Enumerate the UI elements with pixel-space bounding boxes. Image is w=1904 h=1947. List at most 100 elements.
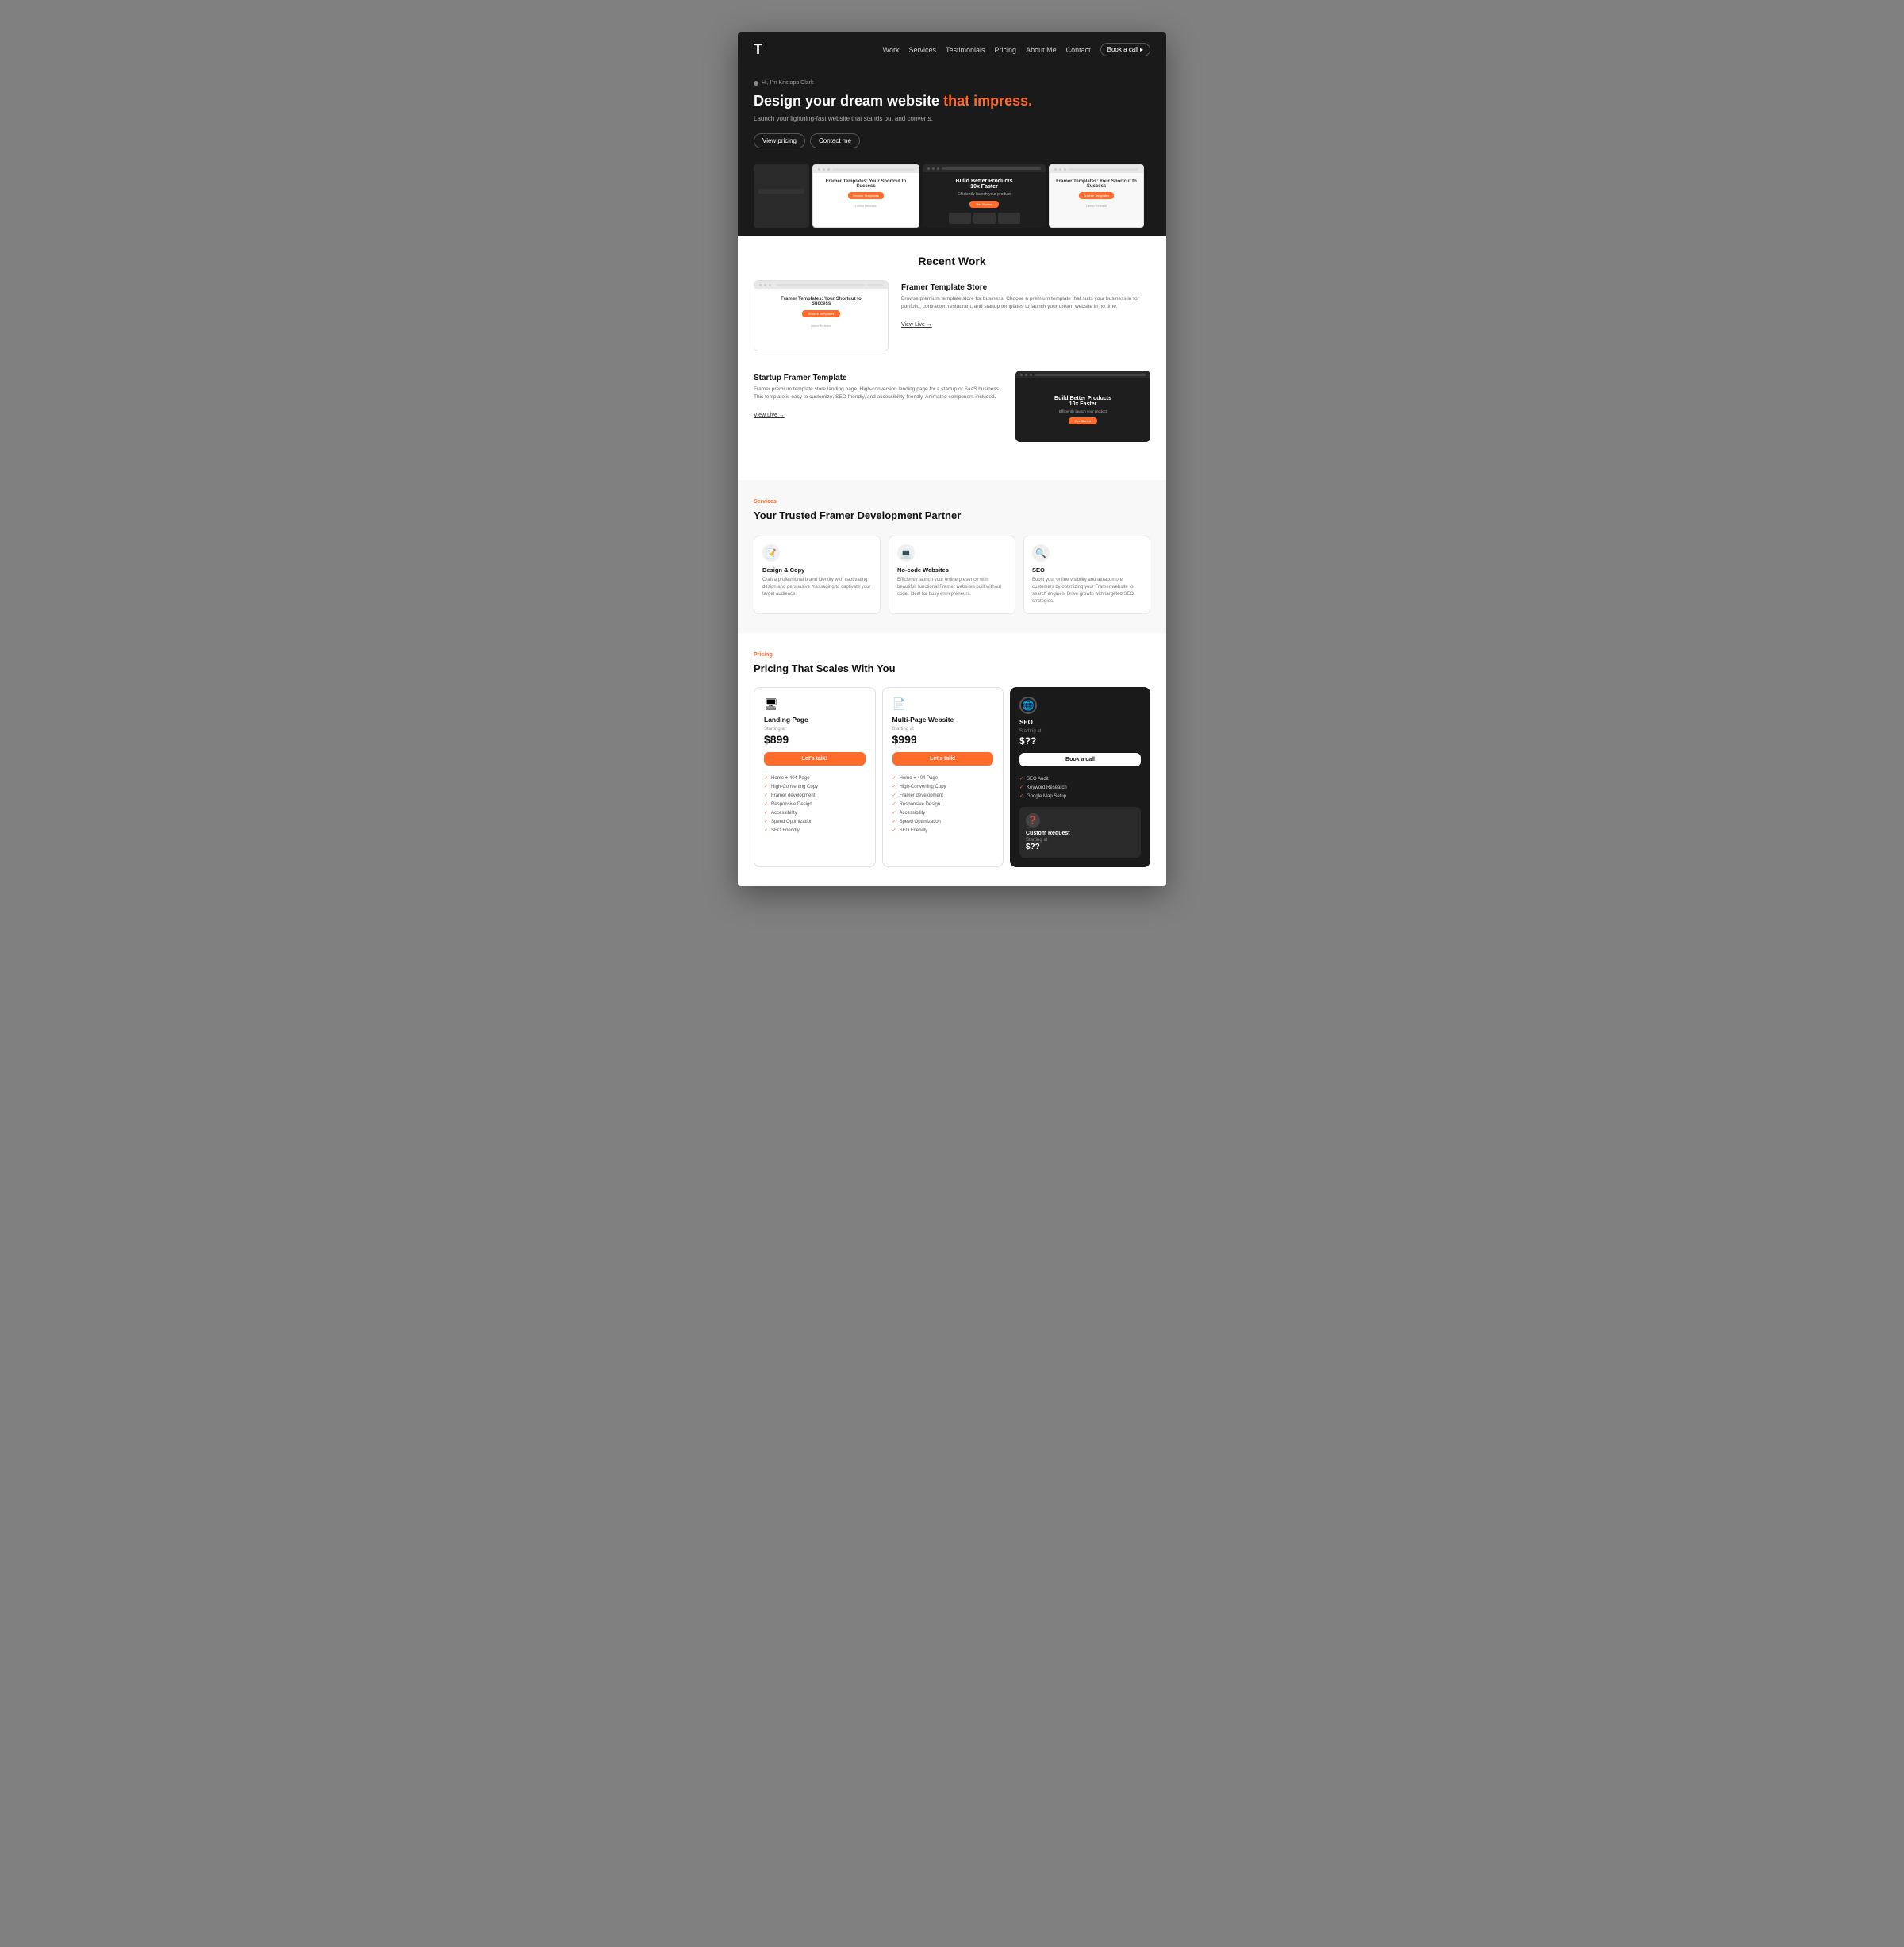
service-name-0: Design & Copy — [762, 566, 872, 574]
landing-feature-4: Accessibility — [764, 808, 866, 817]
hero-title-start: Design your dream website — [754, 93, 943, 109]
service-card-1: 💻 No-code Websites Efficiently launch yo… — [889, 536, 1015, 614]
landing-price: $899 — [764, 733, 866, 746]
seo-icon: 🔍 — [1032, 544, 1050, 562]
custom-price: $?? — [1026, 843, 1134, 851]
multipage-feature-1: High-Converting Copy — [892, 782, 994, 791]
nav: T Work Services Testimonials Pricing Abo… — [754, 41, 1150, 67]
custom-request-icon: ❓ — [1026, 813, 1040, 828]
landing-starting: Starting at — [764, 727, 866, 732]
multipage-features: Home + 404 Page High-Converting Copy Fra… — [892, 774, 994, 835]
service-name-1: No-code Websites — [897, 566, 1007, 574]
work-info-1: Framer Template Store Browse premium tem… — [901, 280, 1150, 330]
services-section: Services Your Trusted Framer Development… — [738, 480, 1166, 633]
seo-feature-1: Keyword Research — [1019, 783, 1141, 792]
multipage-cta-button[interactable]: Let's talk! — [892, 752, 994, 766]
design-copy-icon: 📝 — [762, 544, 780, 562]
work-screenshot-2: Build Better Products10x Faster Efficien… — [1015, 371, 1150, 442]
seo-feature-0: SEO Audit — [1019, 774, 1141, 783]
nav-link-contact[interactable]: Contact — [1066, 46, 1091, 54]
hero-buttons: View pricing Contact me — [754, 133, 1150, 148]
hero-section: T Work Services Testimonials Pricing Abo… — [738, 32, 1166, 236]
custom-name: Custom Request — [1026, 831, 1134, 836]
pricing-card-landing: 🖥 Landing Page Starting at $899 Let's ta… — [754, 687, 876, 867]
multipage-feature-5: Speed Optimization — [892, 817, 994, 826]
pricing-section: Pricing Pricing That Scales With You 🖥 L… — [738, 633, 1166, 886]
landing-feature-3: Responsive Design — [764, 800, 866, 808]
multipage-feature-6: SEO Friendly — [892, 826, 994, 835]
hero-title-highlight: that impress. — [943, 93, 1032, 109]
nav-link-about[interactable]: About Me — [1026, 46, 1057, 54]
work-item-1: Framer Templates: Your Shortcut toSucces… — [754, 280, 1150, 351]
multipage-feature-2: Framer development — [892, 791, 994, 800]
pricing-title: Pricing That Scales With You — [754, 662, 1150, 674]
multipage-feature-3: Responsive Design — [892, 800, 994, 808]
custom-request-card: ❓ Custom Request Starting at $?? — [1019, 807, 1141, 858]
book-call-button[interactable]: Book a call ▸ — [1100, 43, 1150, 56]
page-wrapper: T Work Services Testimonials Pricing Abo… — [738, 32, 1166, 886]
service-desc-2: Boost your online visibility and attract… — [1032, 577, 1142, 605]
nav-links: Work Services Testimonials Pricing About… — [883, 43, 1150, 56]
seo-globe-icon: 🌐 — [1019, 697, 1037, 714]
screenshot-light-2: Framer Templates: Your Shortcut to Succe… — [1049, 164, 1144, 228]
work-desc-2: Framer premium template store landing pa… — [754, 386, 1003, 401]
screenshot-dark-2: Build Better Products10x Faster Efficien… — [923, 164, 1046, 228]
screenshot-dark-1 — [754, 164, 809, 228]
landing-features: Home + 404 Page High-Converting Copy Fra… — [764, 774, 866, 835]
hero-badge-text: Hi, I'm Kristopp Clark — [762, 80, 814, 86]
service-desc-1: Efficiently launch your online presence … — [897, 577, 1007, 598]
main-content: Recent Work Framer Templates: Your Short… — [738, 236, 1166, 886]
view-pricing-button[interactable]: View pricing — [754, 133, 805, 148]
landing-page-icon: 🖥 — [764, 697, 866, 711]
hero-content: Hi, I'm Kristopp Clark Design your dream… — [754, 67, 1150, 164]
nav-link-pricing[interactable]: Pricing — [995, 46, 1017, 54]
landing-cta-button[interactable]: Let's talk! — [764, 752, 866, 766]
service-name-2: SEO — [1032, 566, 1142, 574]
hero-badge: Hi, I'm Kristopp Clark — [754, 80, 1150, 86]
landing-feature-6: SEO Friendly — [764, 826, 866, 835]
service-desc-0: Craft a professional brand identity with… — [762, 577, 872, 598]
service-card-0: 📝 Design & Copy Craft a professional bra… — [754, 536, 881, 614]
multipage-feature-0: Home + 404 Page — [892, 774, 994, 782]
hero-title: Design your dream website that impress. — [754, 92, 1150, 110]
work-link-2[interactable]: View Live → — [754, 413, 785, 418]
work-item-2: Build Better Products10x Faster Efficien… — [754, 371, 1150, 442]
nav-logo: T — [754, 41, 762, 58]
nav-link-work[interactable]: Work — [883, 46, 900, 54]
pricing-card-multipage: 📄 Multi-Page Website Starting at $999 Le… — [882, 687, 1004, 867]
seo-starting: Starting at — [1019, 729, 1141, 734]
seo-feature-2: Google Map Setup — [1019, 792, 1141, 801]
nocode-icon: 💻 — [897, 544, 915, 562]
hero-screenshots: Framer Templates: Your Shortcut to Succe… — [754, 164, 1150, 236]
multipage-icon: 📄 — [892, 697, 994, 711]
multipage-starting: Starting at — [892, 727, 994, 732]
landing-feature-1: High-Converting Copy — [764, 782, 866, 791]
services-label: Services — [754, 499, 1150, 505]
seo-name: SEO — [1019, 719, 1141, 726]
service-card-2: 🔍 SEO Boost your online visibility and a… — [1023, 536, 1150, 614]
screenshot-light-1: Framer Templates: Your Shortcut to Succe… — [812, 164, 919, 228]
nav-link-testimonials[interactable]: Testimonials — [946, 46, 985, 54]
work-info-2: Startup Framer Template Framer premium t… — [754, 371, 1003, 421]
work-screenshot-1: Framer Templates: Your Shortcut toSucces… — [754, 280, 889, 351]
hero-badge-dot — [754, 81, 758, 86]
contact-me-button[interactable]: Contact me — [810, 133, 860, 148]
services-grid: 📝 Design & Copy Craft a professional bra… — [754, 536, 1150, 614]
recent-work-title: Recent Work — [754, 255, 1150, 267]
work-link-1[interactable]: View Live → — [901, 322, 932, 328]
services-title: Your Trusted Framer Development Partner — [754, 509, 1150, 523]
landing-feature-5: Speed Optimization — [764, 817, 866, 826]
hero-subtitle: Launch your lightning-fast website that … — [754, 115, 1150, 122]
work-desc-1: Browse premium template store for busine… — [901, 295, 1150, 311]
pricing-grid: 🖥 Landing Page Starting at $899 Let's ta… — [754, 687, 1150, 867]
landing-page-name: Landing Page — [764, 716, 866, 724]
multipage-price: $999 — [892, 733, 994, 746]
landing-feature-2: Framer development — [764, 791, 866, 800]
pricing-label: Pricing — [754, 652, 1150, 658]
pricing-card-seo: 🌐 SEO Starting at $?? Book a call SEO Au… — [1010, 687, 1150, 867]
seo-price: $?? — [1019, 735, 1141, 747]
recent-work-section: Recent Work Framer Templates: Your Short… — [738, 236, 1166, 480]
multipage-name: Multi-Page Website — [892, 716, 994, 724]
seo-cta-button[interactable]: Book a call — [1019, 753, 1141, 766]
nav-link-services[interactable]: Services — [909, 46, 937, 54]
